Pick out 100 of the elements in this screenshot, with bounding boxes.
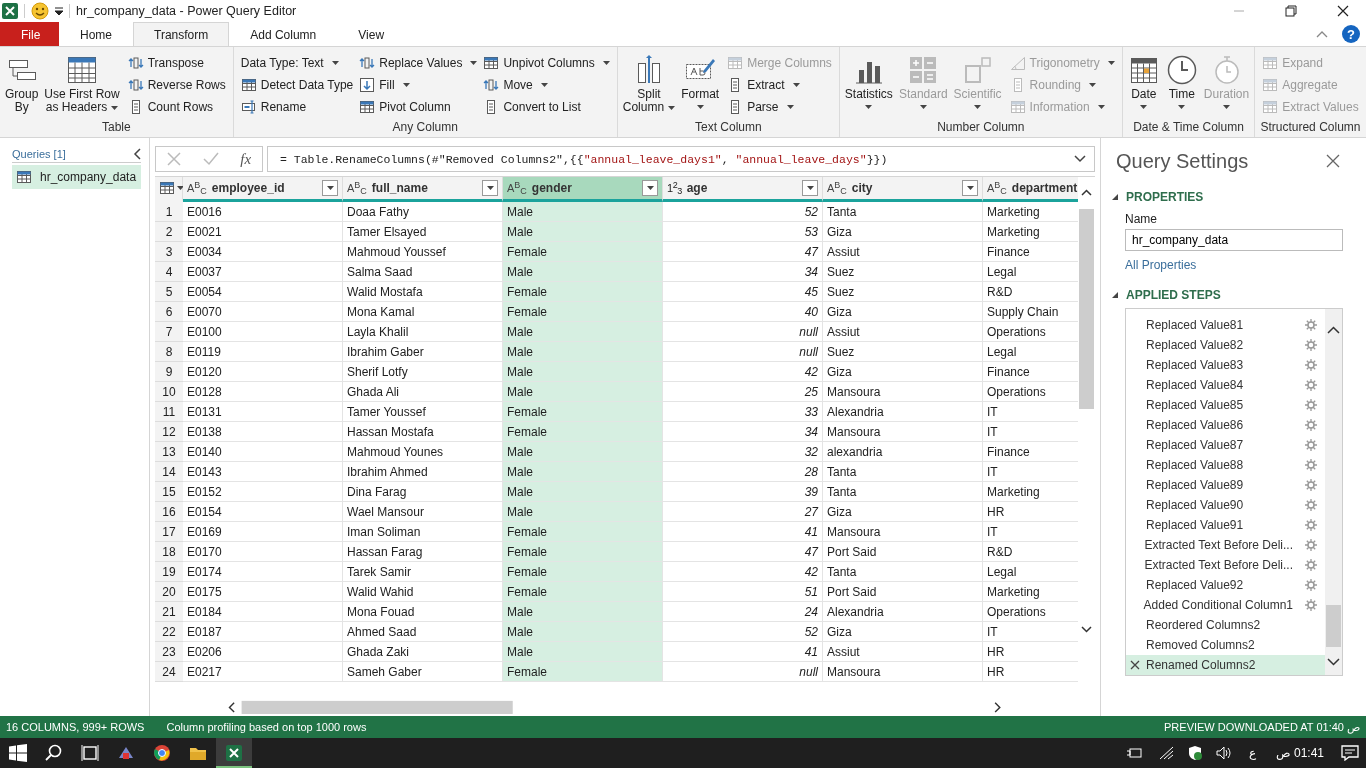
applied-step[interactable]: Replaced Value91: [1126, 515, 1325, 535]
restore-icon[interactable]: [1285, 5, 1297, 17]
ribbon-button[interactable]: Reverse Rows: [127, 74, 226, 96]
formula-field[interactable]: = Table.RenameColumns(#"Removed Columns2",{{"annual_leave_days1", "annual_leave_days"}}): [267, 146, 1095, 173]
ribbon-button[interactable]: Pivot Column: [359, 96, 478, 118]
ribbon-tab[interactable]: View: [337, 22, 406, 46]
spreadsheet-icon[interactable]: [225, 744, 243, 762]
browser-icon[interactable]: [153, 744, 171, 762]
applied-step[interactable]: Replaced Value87: [1126, 435, 1325, 455]
gear-icon[interactable]: [1305, 379, 1317, 391]
applied-step[interactable]: Replaced Value86: [1126, 415, 1325, 435]
applied-step[interactable]: Extracted Text Before Deli...: [1126, 535, 1325, 555]
ribbon-button[interactable]: Date: [1125, 51, 1162, 109]
delete-icon[interactable]: [1130, 660, 1140, 670]
close-icon[interactable]: [1337, 5, 1349, 17]
dropdown-icon[interactable]: [55, 6, 63, 16]
language-indicator[interactable]: ع: [1248, 746, 1256, 760]
table-cell: Female: [503, 282, 663, 303]
ribbon-tab[interactable]: Transform: [133, 22, 230, 46]
ribbon-button[interactable]: Detect Data Type: [240, 74, 354, 96]
applied-step[interactable]: Replaced Value89: [1126, 475, 1325, 495]
search-icon[interactable]: [45, 744, 63, 762]
applied-step[interactable]: Replaced Value88: [1126, 455, 1325, 475]
applied-step[interactable]: Replaced Value84: [1126, 375, 1325, 395]
name-field[interactable]: hr_company_data: [1125, 229, 1343, 251]
gear-icon[interactable]: [1305, 559, 1317, 571]
ribbon-button[interactable]: Count Rows: [127, 96, 226, 118]
ribbon-tab[interactable]: Home: [59, 22, 133, 46]
gear-icon[interactable]: [1305, 579, 1317, 591]
gear-icon[interactable]: [1305, 599, 1317, 611]
gear-icon[interactable]: [1305, 399, 1317, 411]
gear-icon[interactable]: [1305, 339, 1317, 351]
ribbon-button[interactable]: Group By: [3, 51, 41, 114]
collapse-icon[interactable]: [133, 148, 141, 160]
expand-icon[interactable]: [1074, 155, 1086, 164]
ribbon-button[interactable]: Transpose: [127, 52, 226, 74]
ribbon-button[interactable]: Convert to List: [483, 96, 610, 118]
table-cell: E0120: [183, 362, 343, 383]
gear-icon[interactable]: [1305, 539, 1317, 551]
clock[interactable]: 01:41 ص: [1275, 746, 1324, 760]
gear-icon[interactable]: [1305, 499, 1317, 511]
query-item[interactable]: hr_company_data: [12, 165, 141, 189]
ribbon-button[interactable]: Unpivot Columns: [483, 52, 610, 74]
filter-button[interactable]: [962, 180, 978, 197]
volume-icon[interactable]: [1215, 746, 1232, 760]
ribbon-button[interactable]: Statistics: [842, 51, 895, 109]
filter-button[interactable]: [642, 180, 658, 197]
gear-icon[interactable]: [1305, 319, 1317, 331]
filter-button[interactable]: [802, 180, 818, 197]
applied-step[interactable]: Extracted Text Before Deli...: [1126, 555, 1325, 575]
gear-icon[interactable]: [1305, 519, 1317, 531]
filter-button[interactable]: [322, 180, 338, 197]
spreadsheet-icon[interactable]: [2, 3, 18, 19]
all-properties-link[interactable]: All Properties: [1125, 258, 1197, 272]
ribbon-button[interactable]: Use First Row as Headers: [42, 51, 122, 114]
table-cell: Ibrahim Gaber: [343, 342, 503, 363]
ribbon-button[interactable]: Format: [679, 51, 722, 109]
gear-icon[interactable]: [1305, 419, 1317, 431]
gear-icon[interactable]: [1305, 459, 1317, 471]
applied-step[interactable]: Replaced Value82: [1126, 335, 1325, 355]
shield-icon[interactable]: [1187, 745, 1202, 761]
ribbon-button[interactable]: Extract: [727, 74, 832, 96]
formula-button[interactable]: fx: [240, 150, 252, 168]
applied-step[interactable]: Removed Columns2: [1126, 635, 1325, 655]
ribbon-button[interactable]: Move: [483, 74, 610, 96]
file-tab[interactable]: File: [0, 22, 59, 46]
check-icon[interactable]: [202, 152, 219, 167]
ribbon-button[interactable]: Rename: [240, 96, 354, 118]
collapse-icon[interactable]: [1111, 291, 1119, 299]
collapse-icon[interactable]: [1111, 193, 1119, 201]
notification-icon[interactable]: [1341, 745, 1359, 761]
filter-button[interactable]: [482, 180, 498, 197]
table-cell: 25: [663, 382, 823, 403]
applied-step[interactable]: Reordered Columns2: [1126, 615, 1325, 635]
ribbon-button[interactable]: Data Type: Text: [240, 52, 354, 74]
vertical-scrollbar[interactable]: [1325, 309, 1342, 675]
applied-step[interactable]: Replaced Value85: [1126, 395, 1325, 415]
help-button[interactable]: ?: [1342, 25, 1360, 43]
task-view-icon[interactable]: [81, 744, 99, 762]
device-icon[interactable]: [1125, 746, 1144, 760]
applied-step[interactable]: Replaced Value90: [1126, 495, 1325, 515]
table-menu-button[interactable]: [155, 177, 183, 203]
smiley-icon[interactable]: [31, 2, 49, 20]
arrows-icon: [127, 77, 144, 93]
gear-icon[interactable]: [1305, 359, 1317, 371]
ribbon-button[interactable]: Split Column: [620, 51, 678, 114]
ribbon-button[interactable]: Time: [1163, 51, 1200, 109]
gear-icon[interactable]: [1305, 439, 1317, 451]
applied-step[interactable]: Replaced Value83: [1126, 355, 1325, 375]
start-icon[interactable]: [9, 744, 27, 762]
ribbon-button[interactable]: Fill: [359, 74, 478, 96]
applied-step[interactable]: Replaced Value81: [1126, 315, 1325, 335]
ribbon-button[interactable]: Replace Values: [359, 52, 478, 74]
applied-step[interactable]: Added Conditional Column1: [1126, 595, 1325, 615]
ribbon-tab[interactable]: Add Column: [229, 22, 338, 46]
ribbon-button[interactable]: Parse: [727, 96, 832, 118]
applied-step[interactable]: Replaced Value92: [1126, 575, 1325, 595]
gear-icon[interactable]: [1305, 479, 1317, 491]
caret-icon: [486, 186, 494, 191]
applied-step[interactable]: Renamed Columns2: [1126, 655, 1325, 675]
